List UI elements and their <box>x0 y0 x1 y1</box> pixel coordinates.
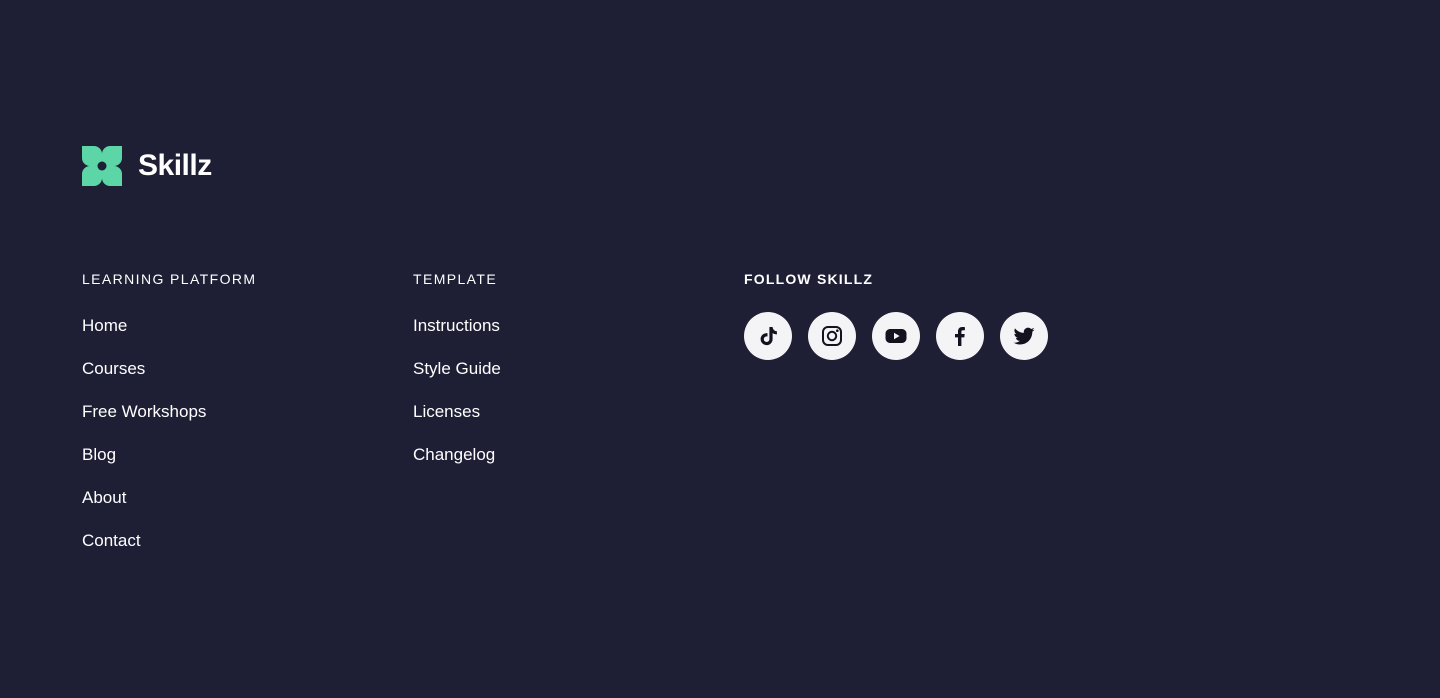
twitter-icon <box>1013 327 1035 345</box>
youtube-link[interactable] <box>872 312 920 360</box>
tiktok-icon <box>760 327 777 346</box>
list-item: Licenses <box>413 402 501 445</box>
list-item: Home <box>82 316 256 359</box>
list-item: Courses <box>82 359 256 402</box>
social-links <box>744 312 1048 360</box>
twitter-link[interactable] <box>1000 312 1048 360</box>
footer-link-courses[interactable]: Courses <box>82 359 145 379</box>
list-item: Style Guide <box>413 359 501 402</box>
follow-heading: FOLLOW SKILLZ <box>744 271 874 287</box>
brand-name: Skillz <box>138 149 212 182</box>
footer-link-home[interactable]: Home <box>82 316 127 336</box>
list-item: Contact <box>82 531 256 574</box>
template-column: TEMPLATE Instructions Style Guide Licens… <box>413 270 501 488</box>
learning-platform-heading: LEARNING PLATFORM <box>82 271 257 287</box>
facebook-icon <box>955 327 965 346</box>
footer-link-contact[interactable]: Contact <box>82 531 141 551</box>
four-petal-logo-icon <box>82 146 122 186</box>
instagram-icon <box>822 326 842 346</box>
footer-link-instructions[interactable]: Instructions <box>413 316 500 336</box>
instagram-link[interactable] <box>808 312 856 360</box>
facebook-link[interactable] <box>936 312 984 360</box>
learning-platform-links: Home Courses Free Workshops Blog About C… <box>82 316 256 574</box>
list-item: Free Workshops <box>82 402 256 445</box>
footer-link-licenses[interactable]: Licenses <box>413 402 480 422</box>
footer-link-free-workshops[interactable]: Free Workshops <box>82 402 206 422</box>
follow-column: FOLLOW SKILLZ <box>744 270 1048 360</box>
template-links: Instructions Style Guide Licenses Change… <box>413 316 501 488</box>
brand-logo-link[interactable]: Skillz <box>82 146 212 186</box>
template-heading: TEMPLATE <box>413 271 498 287</box>
list-item: Blog <box>82 445 256 488</box>
youtube-icon <box>885 329 907 343</box>
learning-platform-column: LEARNING PLATFORM Home Courses Free Work… <box>82 270 256 574</box>
site-footer: Skillz LEARNING PLATFORM Home Courses Fr… <box>0 0 1440 698</box>
tiktok-link[interactable] <box>744 312 792 360</box>
list-item: Changelog <box>413 445 501 488</box>
footer-link-style-guide[interactable]: Style Guide <box>413 359 501 379</box>
list-item: About <box>82 488 256 531</box>
list-item: Instructions <box>413 316 501 359</box>
footer-link-about[interactable]: About <box>82 488 126 508</box>
footer-link-changelog[interactable]: Changelog <box>413 445 495 465</box>
footer-link-blog[interactable]: Blog <box>82 445 116 465</box>
